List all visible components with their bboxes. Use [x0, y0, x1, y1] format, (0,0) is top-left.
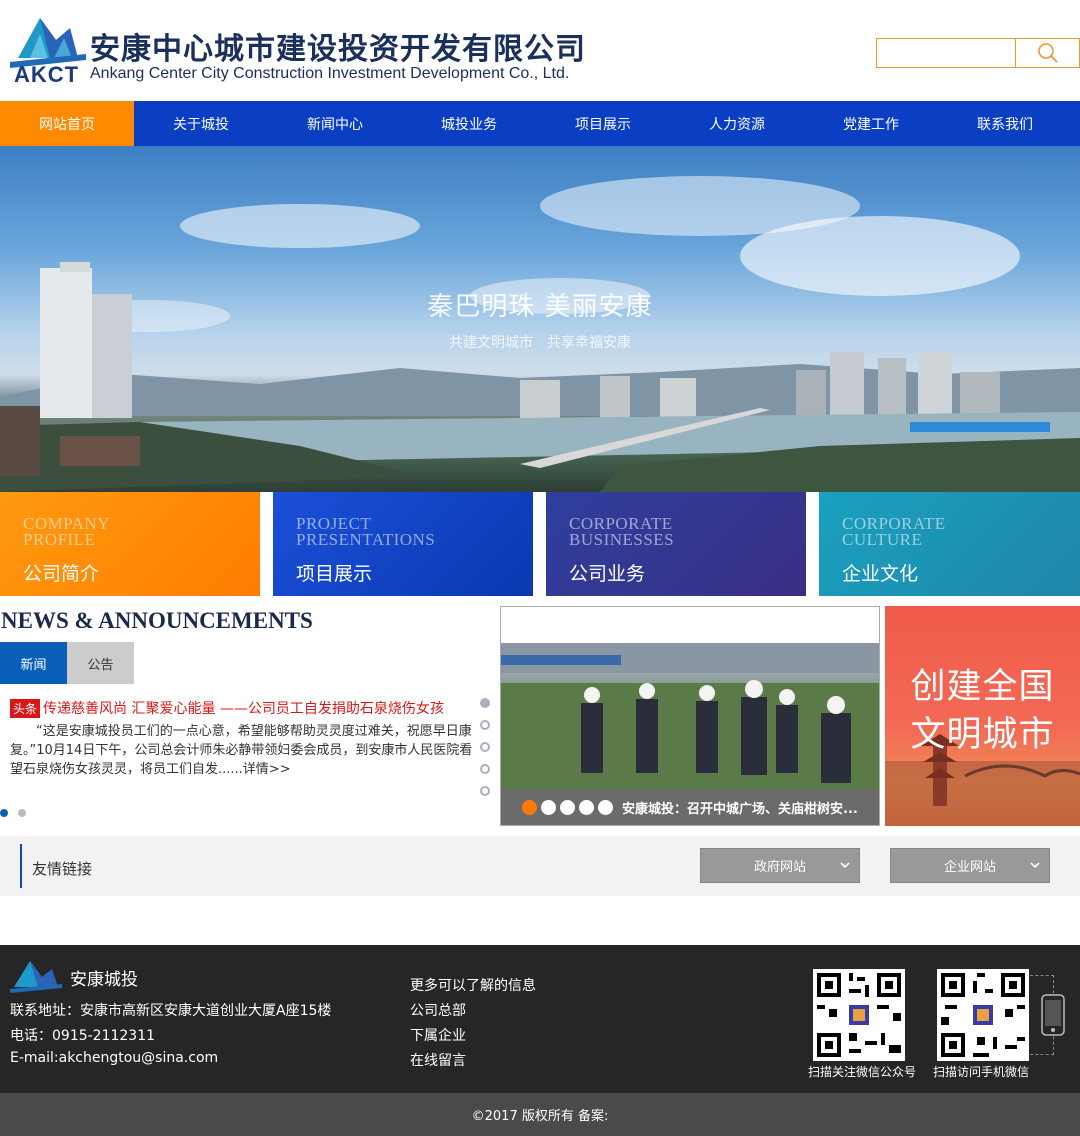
qr-caption-mobile: 扫描访问手机微信: [933, 1065, 1030, 1079]
nav-item-projects[interactable]: 项目展示: [536, 101, 670, 146]
chevron-down-icon: [840, 862, 850, 869]
select-value: 企业网站: [943, 860, 996, 875]
footer-address: 联系地址：安康市高新区安康大道创业大厦A座15楼: [10, 1003, 332, 1019]
headline-row: 头条 传递慈善风尚 汇聚爱心能量 ——公司员工自发捐助石泉烧伤女孩: [10, 698, 444, 718]
news-summary-text: “这是安康城投员工们的一点心意，希望能够帮助灵灵度过难关，祝愿早日康复。”10月…: [10, 724, 473, 777]
banner-subslogan: 共建文明城市 共享幸福安康: [449, 335, 631, 351]
tile-corporate-businesses[interactable]: CORPORATE BUSINESSES 公司业务: [546, 492, 806, 596]
news-horizontal-pager: [0, 809, 26, 817]
copyright-bar: ©2017 版权所有 备案:: [0, 1093, 1080, 1136]
news-summary: “这是安康城投员工们的一点心意，希望能够帮助灵灵度过难关，祝愿早日康复。”10月…: [10, 722, 480, 779]
company-name-en: Ankang Center City Construction Investme…: [90, 65, 570, 82]
chevron-down-icon: [1030, 862, 1040, 869]
tile-en-label: CORPORATE BUSINESSES: [569, 514, 675, 549]
photo-caption-bar: 安康城投：召开中城广场、关庙柑树安...: [501, 789, 879, 825]
news-heading: NEWS & ANNOUNCEMENTS: [1, 608, 313, 633]
slide-dot[interactable]: [522, 800, 537, 815]
company-name-cn: 安康中心城市建设投资开发有限公司: [90, 32, 586, 67]
select-value: 政府网站: [753, 860, 806, 875]
news-tabs: 新闻 公告: [0, 642, 134, 684]
tile-company-profile[interactable]: COMPANY PROFILE 公司简介: [0, 492, 260, 596]
accent-bar: [20, 844, 22, 888]
pager-dot[interactable]: [480, 698, 490, 708]
feature-tiles: COMPANY PROFILE 公司简介 PROJECT PRESENTATIONS…: [0, 492, 1080, 596]
hero-banner[interactable]: 秦巴明珠 美丽安康 共建文明城市 共享幸福安康: [0, 146, 1080, 492]
tile-en-label: PROJECT PRESENTATIONS: [296, 514, 436, 549]
pager-dot[interactable]: [480, 720, 490, 730]
friendly-links-bar: 友情链接 政府网站 企业网站: [0, 836, 1080, 896]
headline-link[interactable]: 传递慈善风尚 汇聚爱心能量 ——公司员工自发捐助石泉烧伤女孩: [43, 698, 444, 718]
nav-item-contact[interactable]: 联系我们: [938, 101, 1072, 146]
footer-link-subsidiaries[interactable]: 下属企业: [410, 1025, 466, 1045]
nav-item-hr[interactable]: 人力资源: [670, 101, 804, 146]
header: AKCT 安康中心城市建设投资开发有限公司 Ankang Center City…: [0, 0, 1080, 101]
tile-en-label: CORPORATE CULTURE: [842, 514, 946, 549]
nav-item-business[interactable]: 城投业务: [402, 101, 536, 146]
tab-news[interactable]: 新闻: [0, 642, 67, 684]
slide-dot[interactable]: [560, 800, 575, 815]
nav-item-party[interactable]: 党建工作: [804, 101, 938, 146]
news-vertical-pager: [480, 698, 490, 808]
mobile-phone-icon: [1041, 994, 1065, 1036]
tile-corporate-culture[interactable]: CORPORATE CULTURE 企业文化: [819, 492, 1080, 596]
tile-en-label: COMPANY PROFILE: [23, 514, 110, 549]
nav-item-home[interactable]: 网站首页: [0, 101, 134, 146]
search-input[interactable]: [877, 39, 1016, 67]
slide-dot[interactable]: [598, 800, 613, 815]
photo-slider[interactable]: 安康城投：召开中城广场、关庙柑树安...: [500, 606, 880, 826]
logo-abbreviation: AKCT: [14, 62, 80, 87]
ad-line-1: 创建全国: [910, 667, 1055, 707]
mobile-wechat-qr-icon: [937, 969, 1029, 1061]
pager-dot[interactable]: [480, 764, 490, 774]
pager-dot[interactable]: [480, 786, 490, 796]
tile-cn-label: 公司业务: [569, 563, 646, 585]
main-nav: 网站首页 关于城投 新闻中心 城投业务 项目展示 人力资源 党建工作 联系我们: [0, 101, 1080, 146]
pager-dot[interactable]: [18, 809, 26, 817]
search-button[interactable]: [1015, 38, 1080, 68]
slide-dot[interactable]: [579, 800, 594, 815]
news-photo[interactable]: [501, 643, 879, 789]
ad-line-2: 文明城市: [910, 715, 1055, 755]
footer-link-online-message[interactable]: 在线留言: [410, 1050, 466, 1070]
tile-cn-label: 企业文化: [842, 563, 919, 585]
tab-announcements[interactable]: 公告: [67, 642, 134, 684]
footer-link-headquarters[interactable]: 公司总部: [410, 1000, 466, 1020]
tile-project-presentations[interactable]: PROJECT PRESENTATIONS 项目展示: [273, 492, 533, 596]
civilized-city-ad[interactable]: 创建全国 文明城市: [885, 606, 1080, 826]
slide-dot[interactable]: [541, 800, 556, 815]
enterprise-sites-select[interactable]: 企业网站: [890, 848, 1050, 883]
site-visit-photo-illustration: [501, 643, 879, 789]
footer-brand: 安康城投: [70, 970, 138, 990]
photo-caption[interactable]: 安康城投：召开中城广场、关庙柑树安...: [622, 798, 858, 817]
pager-dot[interactable]: [480, 742, 490, 752]
footer-email: E-mail:akchengtou@sina.com: [10, 1050, 219, 1066]
wechat-official-qr-icon: [813, 969, 905, 1061]
footer-link-more-info[interactable]: 更多可以了解的信息: [410, 975, 536, 995]
headline-badge: 头条: [10, 698, 41, 718]
nav-item-about[interactable]: 关于城投: [134, 101, 268, 146]
banner-slogan: 秦巴明珠 美丽安康: [427, 292, 653, 322]
friendly-links-label: 友情链接: [32, 860, 93, 878]
search-field[interactable]: [876, 38, 1016, 68]
search-icon: [1037, 43, 1058, 63]
government-sites-select[interactable]: 政府网站: [700, 848, 860, 883]
footer-phone: 电话：0915-2112311: [10, 1028, 156, 1044]
news-more-link[interactable]: 详情>>: [243, 762, 291, 777]
pager-dot[interactable]: [0, 809, 8, 817]
footer: 安康城投 联系地址：安康市高新区安康大道创业大厦A座15楼 电话：0915-21…: [0, 945, 1080, 1093]
qr-caption-official: 扫描关注微信公众号: [808, 1065, 917, 1079]
tile-cn-label: 公司简介: [23, 563, 100, 585]
nav-item-news[interactable]: 新闻中心: [268, 101, 402, 146]
tile-cn-label: 项目展示: [296, 563, 373, 585]
footer-logo-icon: [10, 961, 62, 993]
